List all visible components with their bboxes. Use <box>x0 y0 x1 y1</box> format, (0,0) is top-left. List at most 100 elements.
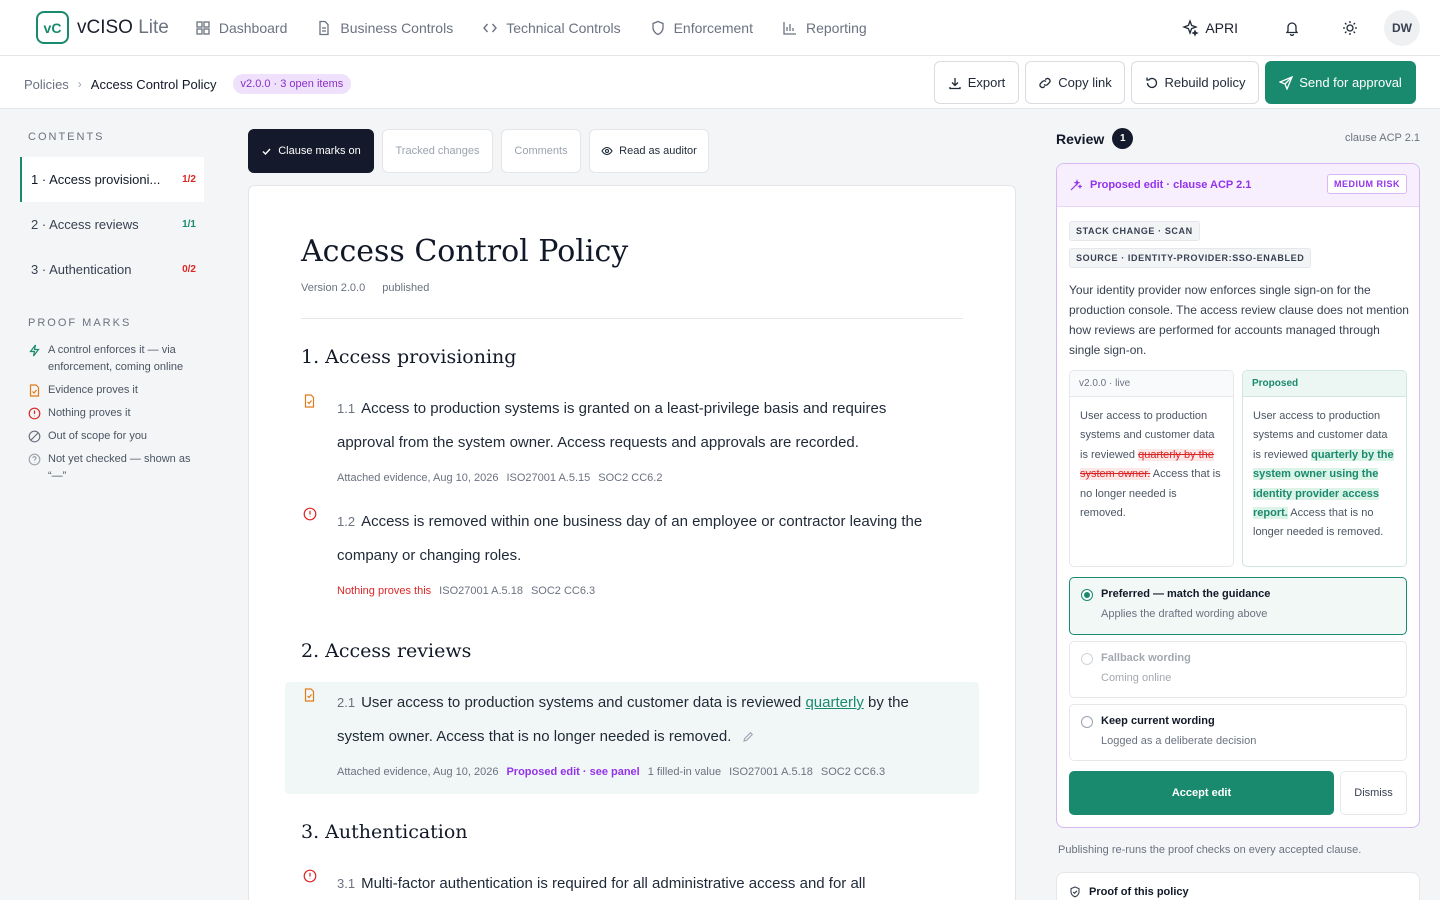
option-keep-current[interactable]: Keep current wording Logged as a deliber… <box>1069 704 1407 761</box>
rebuild-label: Rebuild policy <box>1164 75 1246 90</box>
avatar[interactable]: DW <box>1384 10 1420 46</box>
code-icon <box>482 20 506 36</box>
refresh-icon <box>1145 76 1165 90</box>
toc-item-access-reviews[interactable]: 2 · Access reviews 1/1 <box>20 202 204 247</box>
sparkle-icon <box>1181 19 1205 37</box>
evidence-doc-icon <box>303 688 316 702</box>
toc-item-authentication[interactable]: 3 · Authentication 0/2 <box>20 247 204 292</box>
review-count-badge: 1 <box>1112 128 1134 149</box>
option-subtitle: Logged as a deliberate decision <box>1101 735 1257 747</box>
nav-links: Dashboard Business Controls Technical Co… <box>195 20 896 36</box>
live-version-label: v2.0.0 · live <box>1070 371 1233 397</box>
live-version-panel: v2.0.0 · live User access to production … <box>1069 370 1234 567</box>
pencil-icon[interactable] <box>742 731 754 743</box>
clause-marks-toggle[interactable]: Clause marks on <box>248 129 374 173</box>
proof-card-title: Proof of this policy <box>1089 886 1189 898</box>
clause-text: 2.1 User access to production systems and… <box>337 694 909 745</box>
proof-mark-item: Out of scope for you <box>28 428 204 445</box>
nav-label: Reporting <box>805 19 867 36</box>
radio-selected[interactable] <box>1081 589 1093 601</box>
theme-sun-icon[interactable] <box>1342 20 1358 36</box>
alert-circle-icon <box>303 507 317 521</box>
proof-mark-item: A control enforces it — via enforcement,… <box>28 342 204 376</box>
nav-technical-controls[interactable]: Technical Controls <box>482 19 621 36</box>
toc-label: 2 · Access reviews <box>31 217 139 232</box>
clause-text: 1.2 Access is removed within one business… <box>337 513 923 564</box>
option-subtitle: Coming online <box>1101 672 1172 684</box>
toc-count: 1/1 <box>182 219 196 230</box>
option-subtitle: Applies the drafted wording above <box>1101 608 1268 620</box>
nav-reporting[interactable]: Reporting <box>782 20 867 36</box>
tracked-changes-label: Tracked changes <box>395 145 480 157</box>
copy-link-button[interactable]: Copy link <box>1025 61 1125 104</box>
link-icon <box>1038 76 1058 90</box>
review-heading: Review 1 <box>1056 128 1134 149</box>
proof-of-policy-card[interactable]: Proof of this policy <box>1056 872 1420 900</box>
clause-3-1[interactable]: 3.1 Multi-factor authentication is requir… <box>285 867 945 900</box>
nav-enforcement[interactable]: Enforcement <box>650 20 753 36</box>
send-for-approval-button[interactable]: Send for approval <box>1265 61 1416 104</box>
proposed-edit-card: Proposed edit · clause ACP 2.1 MEDIUM RI… <box>1056 163 1420 828</box>
filled-value-link[interactable]: quarterly <box>805 694 863 711</box>
toc-label: 1 · Access provisioni... <box>31 172 161 187</box>
clause-meta: Attached evidence, Aug 10, 2026 ISO27001 … <box>337 472 663 484</box>
radio-unselected[interactable] <box>1081 716 1093 728</box>
proposed-version-text: User access to production systems and cu… <box>1253 410 1394 539</box>
clause-text: 1.1 Access to production systems is grant… <box>337 400 887 451</box>
magic-wand-icon <box>1069 178 1090 192</box>
proposed-edit-link[interactable]: Proposed edit · see panel <box>506 766 639 778</box>
page-header: Policies › Access Control Policy v2.0.0 … <box>0 56 1440 109</box>
document-title: Access Control Policy <box>301 234 629 269</box>
top-right-controls: APRI DW <box>1181 0 1420 56</box>
proof-mark-item: Nothing proves it <box>28 405 204 422</box>
grid-icon <box>195 20 219 36</box>
accept-edit-button[interactable]: Accept edit <box>1069 771 1334 815</box>
edit-description: Your identity provider now enforces sing… <box>1069 283 1409 357</box>
clause-1-2[interactable]: 1.2 Access is removed within one business… <box>285 505 945 597</box>
toc-count: 1/2 <box>182 174 196 185</box>
nav-label: Enforcement <box>673 19 753 36</box>
nav-dashboard[interactable]: Dashboard <box>195 20 287 36</box>
comments-toggle[interactable]: Comments <box>501 129 581 173</box>
option-preferred[interactable]: Preferred — match the guidance Applies t… <box>1069 577 1407 635</box>
breadcrumb: Policies › Access Control Policy v2.0.0 … <box>24 74 352 94</box>
top-nav: vC vCISO Lite Dashboard Business Control… <box>0 0 1440 56</box>
send-label: Send for approval <box>1299 75 1402 90</box>
toc-count: 0/2 <box>182 264 196 275</box>
publish-footnote: Publishing re-runs the proof checks on e… <box>1058 844 1362 856</box>
export-button[interactable]: Export <box>934 61 1019 104</box>
read-as-auditor-button[interactable]: Read as auditor <box>589 129 709 173</box>
rebuild-policy-button[interactable]: Rebuild policy <box>1131 61 1259 104</box>
proposed-version-panel: Proposed User access to production syste… <box>1242 370 1407 567</box>
proof-mark-label: Evidence proves it <box>48 384 138 396</box>
eye-icon <box>601 145 619 157</box>
radio-disabled <box>1081 653 1093 665</box>
dismiss-button[interactable]: Dismiss <box>1340 771 1407 815</box>
app-logo[interactable]: vC vCISO Lite <box>36 11 169 44</box>
proof-marks-legend: A control enforces it — via enforcement,… <box>28 342 204 491</box>
contents-heading: CONTENTS <box>28 131 105 143</box>
card-header: Proposed edit · clause ACP 2.1 MEDIUM RI… <box>1057 164 1419 207</box>
section-heading: 3. Authentication <box>301 821 468 843</box>
tracked-changes-toggle[interactable]: Tracked changes <box>382 129 493 173</box>
apri-button[interactable]: APRI <box>1181 19 1238 37</box>
question-circle-icon <box>28 451 48 466</box>
option-fallback: Fallback wording Coming online <box>1069 641 1407 698</box>
check-icon <box>261 146 278 157</box>
clause-1-1[interactable]: 1.1 Access to production systems is grant… <box>285 392 945 484</box>
breadcrumb-current: Access Control Policy <box>90 76 217 92</box>
policy-document: Access Control Policy Version 2.0.0 publ… <box>248 185 1016 900</box>
breadcrumb-parent[interactable]: Policies <box>24 77 69 92</box>
proof-mark-label: Out of scope for you <box>48 430 148 442</box>
proposed-version-label: Proposed <box>1243 371 1406 397</box>
comments-label: Comments <box>514 145 568 157</box>
clause-text: 3.1 Multi-factor authentication is requir… <box>337 875 866 892</box>
nav-label: Technical Controls <box>506 19 621 36</box>
nav-business-controls[interactable]: Business Controls <box>316 20 453 36</box>
clause-2-1[interactable]: 2.1 User access to production systems and… <box>285 686 945 778</box>
toc-item-access-provisioning[interactable]: 1 · Access provisioni... 1/2 <box>20 157 204 202</box>
live-version-text: User access to production systems and cu… <box>1080 410 1221 520</box>
bell-icon[interactable] <box>1284 20 1300 36</box>
auditor-label: Read as auditor <box>619 145 697 157</box>
toc-label: 3 · Authentication <box>31 262 132 277</box>
